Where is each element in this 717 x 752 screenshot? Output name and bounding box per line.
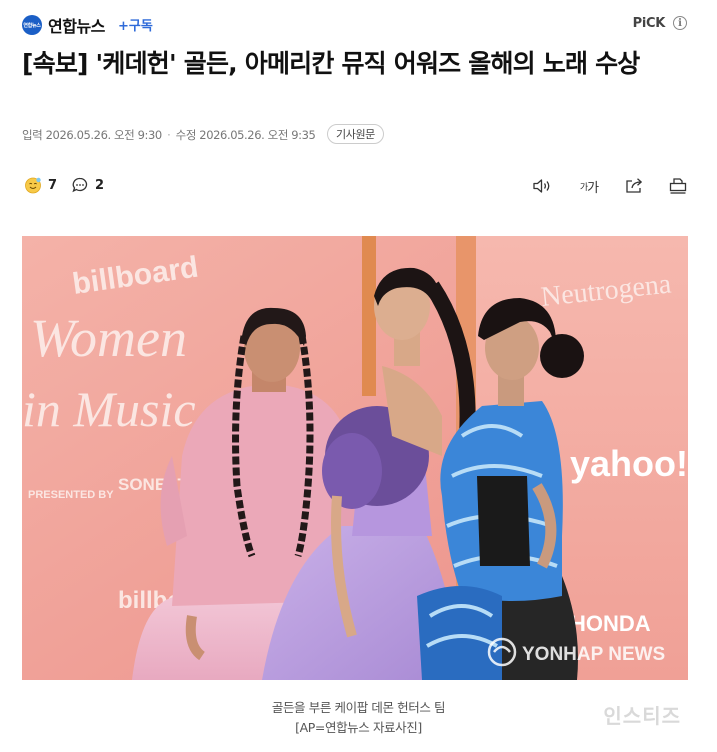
site-watermark: 인스티즈: [603, 704, 681, 728]
original-article-button[interactable]: 기사원문: [327, 124, 384, 144]
article-title: [속보] '케데헌' 골든, 아메리칸 뮤직 어워즈 올해의 노래 수상: [22, 49, 640, 78]
subscribe-button[interactable]: +구독: [118, 15, 153, 34]
press-name[interactable]: 연합뉴스: [48, 13, 105, 37]
print-icon: [669, 178, 687, 194]
font-size-button[interactable]: 가가: [578, 176, 600, 196]
share-icon: [626, 178, 642, 193]
edit-label: 수정: [175, 128, 197, 142]
input-label: 입력: [22, 128, 43, 142]
honda-text: HONDA: [570, 611, 651, 636]
font-size-large-glyph: 가: [587, 180, 599, 196]
input-time: 2026.05.26. 오전 9:30: [45, 128, 163, 142]
font-size-small-glyph: 가: [579, 182, 588, 193]
share-button[interactable]: [623, 176, 645, 196]
comment-icon: [72, 177, 88, 193]
print-button[interactable]: [667, 176, 689, 196]
article-dates: 입력 2026.05.26. 오전 9:30 · 수정 2026.05.26. …: [22, 127, 316, 143]
press-logo-text: 연합뉴스: [23, 22, 41, 29]
press-logo[interactable]: 연합뉴스: [22, 15, 42, 35]
reaction-emoji-icon: [25, 177, 41, 194]
comment-count: 2: [95, 177, 105, 193]
yonhap-watermark-text: YONHAP NEWS: [522, 644, 665, 665]
presented-by-text: PRESENTED BY: [28, 489, 114, 501]
reaction-count: 7: [48, 177, 58, 193]
pick-label: PiCK: [632, 16, 666, 31]
women-text: Women: [30, 308, 187, 368]
date-separator: ·: [167, 128, 171, 142]
speaker-icon: [533, 179, 550, 193]
edit-time: 2026.05.26. 오전 9:35: [199, 128, 316, 142]
comment-button[interactable]: 2: [71, 176, 104, 194]
in-music-text: in Music: [22, 381, 196, 437]
info-icon[interactable]: i: [673, 16, 687, 30]
reaction-button[interactable]: 7: [24, 176, 57, 194]
orange-pillar: [362, 236, 376, 396]
audio-button[interactable]: [531, 176, 553, 196]
yahoo-text: yahoo!: [570, 443, 688, 484]
article-photo[interactable]: billboard Women in Music PRESENTED BY SO…: [22, 236, 688, 680]
info-icon-glyph: i: [678, 17, 682, 29]
